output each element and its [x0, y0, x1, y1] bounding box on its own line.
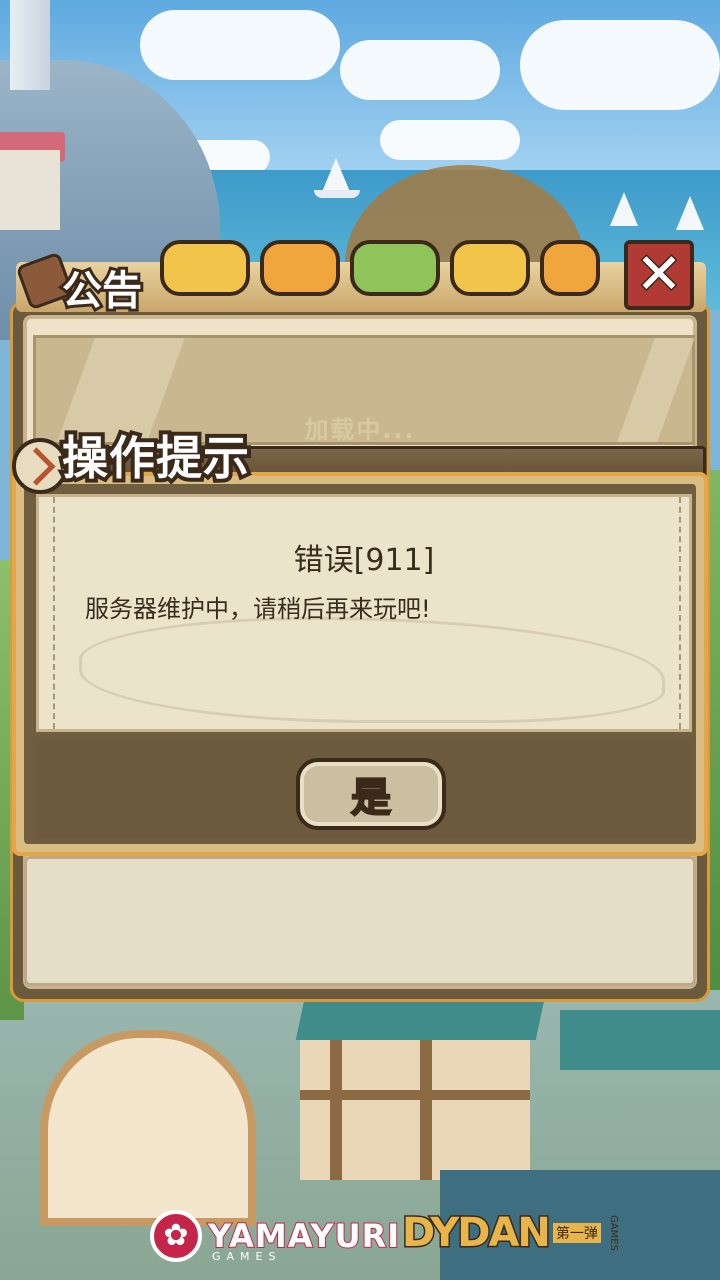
close-icon: ✕ [634, 242, 684, 307]
error-message: 服务器维护中，请稍后再来玩吧! [85, 595, 431, 623]
confirm-button-label: 是 [350, 774, 392, 822]
flower-icon: ✿ [150, 1210, 202, 1262]
roof [560, 1010, 720, 1070]
dydan-text: DYDAN [401, 1209, 553, 1258]
sailboat-icon [610, 192, 638, 226]
logo-part [540, 240, 600, 296]
dialog-body: 错误[911] 服务器维护中，请稍后再来玩吧! 是 [24, 484, 696, 844]
timber [330, 1040, 342, 1180]
logo-part [450, 240, 530, 296]
cloud [380, 120, 520, 160]
game-logo [160, 240, 610, 300]
close-button[interactable]: ✕ [624, 240, 694, 310]
cloud [520, 20, 720, 110]
yamayuri-subtext: GAMES [212, 1250, 282, 1263]
arrow-badge-icon [12, 438, 68, 494]
logo-part [350, 240, 440, 296]
logo-part [260, 240, 340, 296]
yamayuri-logo: ✿ YAMAYURI GAMES [150, 1206, 400, 1266]
notice-content-area [24, 856, 696, 986]
house [0, 150, 60, 230]
sailboat-icon [322, 158, 350, 192]
dydan-logo: DYDAN 第一弹 GAMES [401, 1209, 622, 1258]
confirm-button[interactable]: 是 [296, 758, 446, 830]
sailboat-icon [676, 196, 704, 230]
dialog-title: 操作提示 [58, 427, 253, 489]
arched-window [40, 1030, 256, 1226]
timber [420, 1040, 432, 1180]
dialog-paper: 错误[911] 服务器维护中，请稍后再来玩吧! [36, 494, 692, 732]
dydan-side-text: GAMES [607, 1215, 619, 1251]
logo-part [160, 240, 250, 296]
timber [300, 1090, 530, 1100]
notice-title: 公告 [59, 265, 145, 317]
error-title: 错误[911] [293, 543, 435, 578]
cloud [140, 10, 340, 80]
dydan-subtext: 第一弹 [552, 1223, 601, 1243]
operation-prompt-dialog: 错误[911] 服务器维护中，请稍后再来玩吧! 是 操作提示 [12, 427, 708, 856]
cloud [340, 40, 500, 100]
roof [295, 1000, 545, 1040]
sailboat-hull [314, 190, 360, 198]
dialog-frame: 错误[911] 服务器维护中，请稍后再来玩吧! 是 [12, 472, 708, 856]
lighthouse-tower [10, 0, 50, 90]
